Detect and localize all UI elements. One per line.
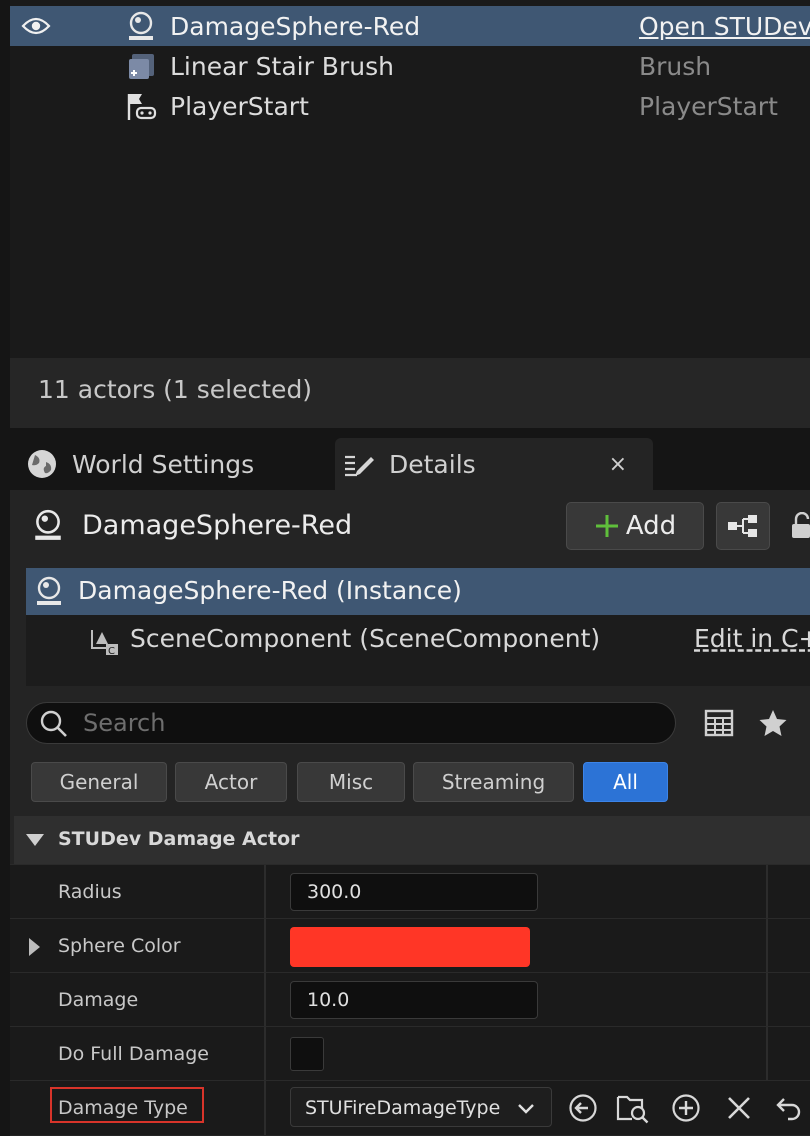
tab-bar: World Settings Details ×: [10, 428, 810, 490]
property-label-damage-type: Damage Type: [58, 1097, 188, 1119]
sphere-color-swatch[interactable]: [290, 927, 530, 967]
damage-input[interactable]: 10.0: [290, 981, 538, 1019]
column-divider: [766, 973, 768, 1027]
outliner-row-playerstart[interactable]: PlayerStart PlayerStart: [10, 86, 810, 126]
clear-close-icon[interactable]: [722, 1091, 756, 1125]
details-panel: DamageSphere-Red Add DamageSphere-Red (I…: [10, 490, 810, 1136]
lock-icon[interactable]: [790, 511, 810, 544]
svg-text:C: C: [108, 646, 115, 656]
actor-count-status: 11 actors (1 selected): [38, 375, 313, 404]
use-selected-asset-icon[interactable]: [566, 1091, 600, 1125]
globe-icon: [26, 448, 58, 480]
tab-details[interactable]: Details ×: [335, 438, 653, 490]
filter-all-button[interactable]: All: [583, 762, 668, 802]
column-divider: [766, 1027, 768, 1081]
close-tab-icon[interactable]: ×: [609, 452, 627, 477]
outliner-item-type: PlayerStart: [639, 91, 778, 121]
property-row-damage: Damage 10.0: [10, 972, 810, 1027]
property-label-sphere-color: Sphere Color: [58, 935, 181, 957]
add-new-icon[interactable]: [669, 1091, 703, 1125]
section-header-studev-damage-actor[interactable]: STUDev Damage Actor: [14, 816, 810, 864]
property-label-radius: Radius: [58, 881, 122, 903]
scene-component-icon: C: [86, 626, 120, 660]
tab-world-settings-label: World Settings: [72, 449, 255, 479]
tab-world-settings[interactable]: World Settings: [18, 438, 328, 490]
pencil-edit-icon: [343, 449, 375, 479]
column-divider[interactable]: [264, 919, 266, 973]
edit-in-cpp-link[interactable]: Edit in C++: [694, 624, 810, 653]
actor-name-label: DamageSphere-Red: [82, 510, 353, 541]
details-search-input[interactable]: Search: [26, 702, 676, 744]
tab-details-label: Details: [389, 449, 476, 479]
sphere-actor-icon: [32, 508, 64, 546]
property-row-sphere-color: Sphere Color: [10, 918, 810, 973]
outliner-item-type-link[interactable]: Open STUDev: [639, 12, 810, 41]
visibility-eye-icon[interactable]: [18, 6, 54, 46]
outliner-item-name: PlayerStart: [170, 91, 309, 121]
hierarchy-icon: [726, 513, 760, 539]
column-divider[interactable]: [264, 1081, 266, 1135]
column-divider[interactable]: [264, 973, 266, 1027]
blueprint-hierarchy-button[interactable]: [716, 502, 770, 550]
outliner-status-bar: 11 actors (1 selected): [10, 358, 810, 428]
property-matrix-icon[interactable]: [704, 708, 734, 742]
chevron-down-icon: [517, 1100, 535, 1119]
column-divider: [766, 865, 768, 919]
filter-actor-button[interactable]: Actor: [175, 762, 287, 802]
outliner-item-name: Linear Stair Brush: [170, 51, 394, 81]
do-full-damage-checkbox[interactable]: [290, 1037, 324, 1071]
add-component-button[interactable]: Add: [566, 502, 704, 550]
add-button-label: Add: [625, 511, 677, 541]
component-root-label: DamageSphere-Red (Instance): [78, 576, 462, 605]
filter-general-button[interactable]: General: [31, 762, 167, 802]
component-child-label[interactable]: SceneComponent (SceneComponent): [130, 624, 600, 653]
expand-arrow-icon[interactable]: [28, 938, 40, 960]
component-root-row[interactable]: DamageSphere-Red (Instance): [26, 568, 810, 615]
player-start-icon: [124, 89, 158, 123]
property-row-do-full-damage: Do Full Damage: [10, 1026, 810, 1081]
column-divider: [766, 919, 768, 973]
collapse-arrow-icon[interactable]: [26, 832, 44, 851]
property-row-damage-type: Damage Type STUFireDamageType: [10, 1080, 810, 1135]
component-tree: DamageSphere-Red (Instance) C SceneCompo…: [26, 568, 810, 686]
outliner-item-name: DamageSphere-Red: [170, 11, 421, 41]
star-favorites-icon[interactable]: [758, 708, 788, 742]
outliner-item-type: Brush: [639, 51, 712, 81]
filter-misc-button[interactable]: Misc: [297, 762, 405, 802]
property-row-radius: Radius 300.0: [10, 864, 810, 919]
filter-streaming-button[interactable]: Streaming: [413, 762, 574, 802]
property-label-do-full-damage: Do Full Damage: [58, 1043, 209, 1065]
reset-to-default-icon[interactable]: [772, 1091, 806, 1125]
outliner-row-linear-stair-brush[interactable]: Linear Stair Brush Brush: [10, 46, 810, 86]
damage-type-combobox[interactable]: STUFireDamageType: [290, 1087, 552, 1127]
radius-input[interactable]: 300.0: [290, 873, 538, 911]
browse-asset-icon[interactable]: [616, 1091, 650, 1125]
plus-icon: [594, 513, 620, 539]
outliner-row-damagesphere-red[interactable]: DamageSphere-Red Open STUDev: [10, 6, 810, 46]
column-divider[interactable]: [264, 865, 266, 919]
search-placeholder: Search: [83, 709, 166, 737]
sphere-actor-icon: [124, 9, 158, 43]
search-icon: [39, 709, 69, 743]
section-title: STUDev Damage Actor: [58, 828, 300, 850]
brush-icon: [124, 49, 158, 83]
damage-type-value: STUFireDamageType: [305, 1097, 501, 1119]
column-divider[interactable]: [264, 1027, 266, 1081]
property-label-damage: Damage: [58, 989, 139, 1011]
sphere-actor-icon: [34, 575, 64, 611]
